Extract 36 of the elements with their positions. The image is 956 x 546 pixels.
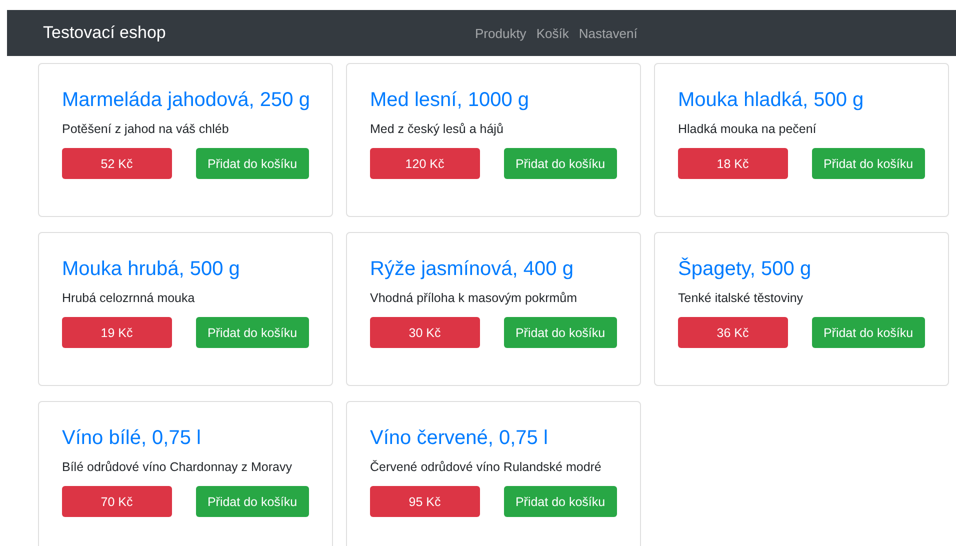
product-title: Med lesní, 1000 g [370, 88, 530, 113]
product-description: Bílé odrůdové víno Chardonnay z Moravy [62, 460, 293, 474]
add-to-cart-button[interactable]: Přidat do košíku [812, 317, 925, 348]
price-button[interactable]: 52 Kč [62, 148, 172, 179]
product-title: Špagety, 500 g [678, 256, 812, 282]
product-description: Potěšení z jahod na váš chléb [62, 122, 230, 136]
add-to-cart-button[interactable]: Přidat do košíku [504, 148, 617, 179]
product-title: Rýže jasmínová, 400 g [370, 257, 574, 282]
price-button[interactable]: 36 Kč [678, 317, 788, 348]
nav-link[interactable]: Produkty [475, 26, 526, 40]
brand-name[interactable]: Testovací eshop [43, 23, 475, 43]
nav-link[interactable]: Nastavení [578, 26, 638, 40]
product-title: Víno bílé, 0,75 l [62, 426, 202, 451]
price-button[interactable]: 120 Kč [370, 148, 480, 179]
price-button[interactable]: 95 Kč [370, 486, 480, 517]
price-button[interactable]: 18 Kč [678, 148, 788, 179]
add-to-cart-button[interactable]: Přidat do košíku [196, 317, 309, 348]
product-description: Med z český lesů a hájů [370, 122, 504, 136]
product-description: Tenké italské těstoviny [678, 291, 804, 305]
product-title: Mouka hladká, 500 g [678, 88, 865, 113]
price-button[interactable]: 70 Kč [62, 486, 172, 517]
price-button[interactable]: 19 Kč [62, 317, 172, 348]
price-button[interactable]: 30 Kč [370, 317, 480, 348]
add-to-cart-button[interactable]: Přidat do košíku [812, 148, 925, 179]
add-to-cart-button[interactable]: Přidat do košíku [504, 317, 617, 348]
product-description: Červené odrůdové víno Rulandské modré [370, 460, 602, 474]
nav-link[interactable]: Košík [536, 26, 569, 40]
product-title: Víno červené, 0,75 l [370, 426, 549, 451]
product-title: Mouka hrubá, 500 g [62, 257, 241, 282]
add-to-cart-button[interactable]: Přidat do košíku [196, 486, 309, 517]
product-description: Hrubá celozrnná mouka [62, 291, 196, 305]
add-to-cart-button[interactable]: Přidat do košíku [196, 148, 309, 179]
product-title: Marmeláda jahodová, 250 g [62, 88, 309, 113]
product-description: Vhodná příloha k masovým pokrmům [370, 291, 578, 305]
add-to-cart-button[interactable]: Přidat do košíku [504, 486, 617, 517]
product-description: Hladká mouka na pečení [678, 122, 818, 136]
